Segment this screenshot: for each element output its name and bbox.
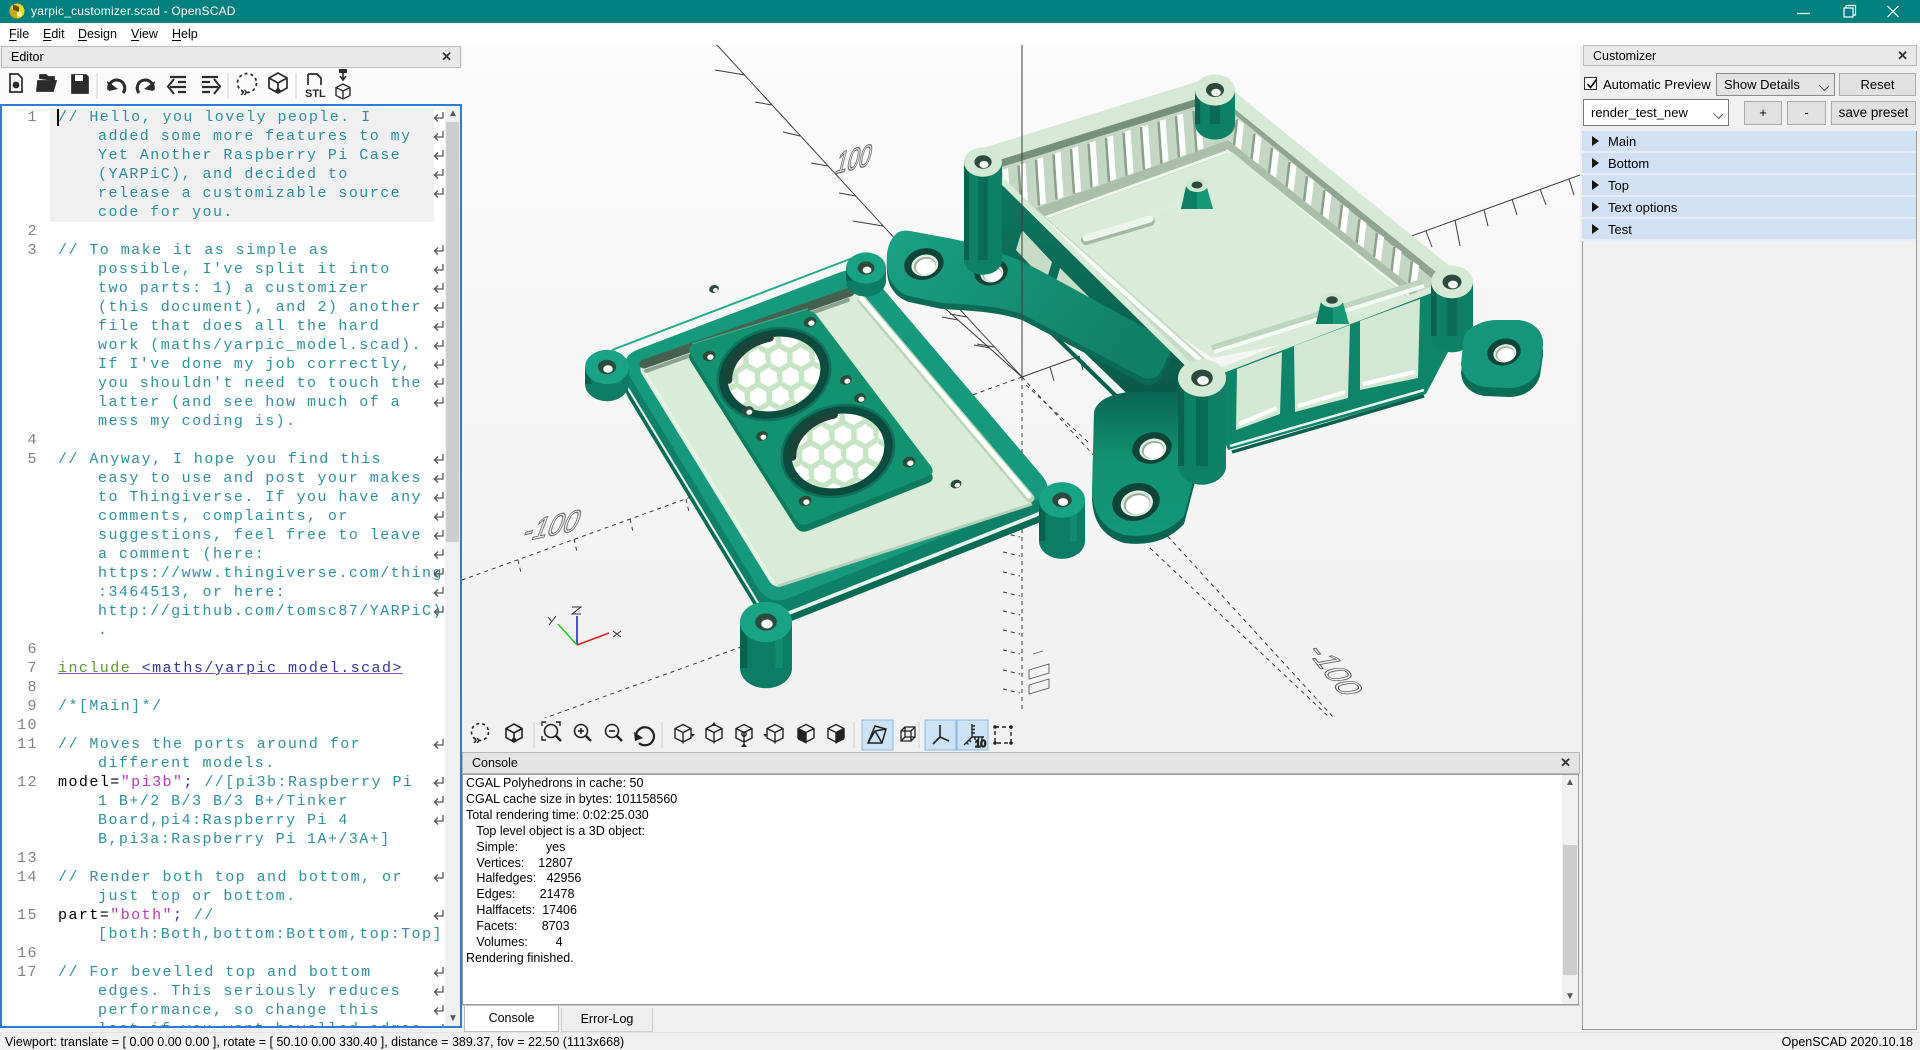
svg-text:»: »: [473, 732, 480, 747]
svg-text:10: 10: [975, 739, 987, 750]
svg-text:STL: STL: [305, 88, 326, 100]
svg-text:»: »: [240, 83, 248, 99]
